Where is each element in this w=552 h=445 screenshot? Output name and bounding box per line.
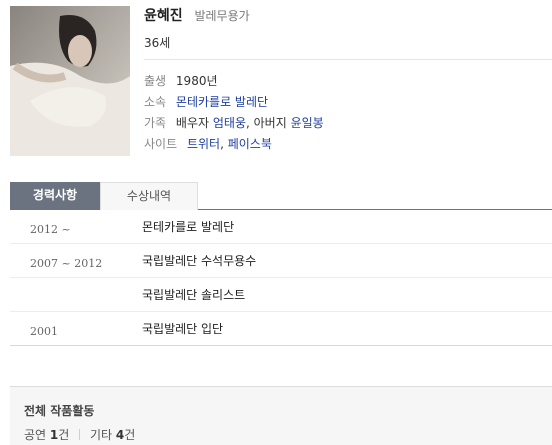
career-desc: 몬테카를로 발레단 — [142, 220, 235, 234]
list-item: 국립발레단 솔리스트 — [10, 278, 552, 312]
etc-unit: 건 — [124, 428, 136, 442]
profile-photo[interactable] — [10, 6, 130, 156]
works-stats: 공연 1건 기타 4건 — [24, 426, 135, 443]
career-desc: 국립발레단 솔리스트 — [142, 288, 246, 302]
father-link[interactable]: 윤일봉 — [291, 116, 324, 130]
etc-label: 기타 — [89, 428, 113, 442]
perf-label: 공연 — [24, 428, 47, 442]
info-row-agency: 소속 몬테카를로 발레단 — [144, 93, 324, 114]
tab-bar: 경력사항 수상내역 — [10, 182, 552, 210]
twitter-link[interactable]: 트위터 — [187, 137, 220, 151]
career-desc: 국립발레단 수석무용수 — [142, 254, 257, 268]
list-item: 2012 ~ 몬테카를로 발레단 — [10, 210, 552, 244]
works-title: 전체 작품활동 — [24, 404, 95, 418]
career-year: 2007 ~ 2012 — [30, 257, 103, 270]
tab-awards[interactable]: 수상내역 — [100, 182, 198, 210]
agency-link[interactable]: 몬테카를로 발레단 — [176, 95, 268, 109]
facebook-link[interactable]: 페이스북 — [228, 137, 272, 151]
info-row-site: 사이트 트위터, 페이스북 — [144, 135, 324, 156]
info-value: 1980년 — [175, 74, 218, 88]
info-row-birth: 출생 1980년 — [144, 72, 324, 93]
name-row: 윤혜진 발레무용가 — [144, 5, 250, 25]
career-desc: 국립발레단 입단 — [142, 322, 224, 336]
works-summary: 전체 작품활동 공연 1건 기타 4건 — [10, 386, 552, 445]
etc-count[interactable]: 4 — [116, 428, 124, 442]
tab-career[interactable]: 경력사항 — [10, 182, 100, 210]
list-item: 2001 국립발레단 입단 — [10, 312, 552, 346]
info-text: 배우자 — [175, 116, 213, 130]
info-text: , 아버지 — [245, 116, 291, 130]
info-label: 가족 — [144, 116, 167, 130]
spouse-link[interactable]: 엄태웅 — [213, 116, 246, 130]
info-text: , — [220, 137, 228, 151]
separator — [79, 429, 81, 440]
info-list: 출생 1980년 소속 몬테카를로 발레단 가족 배우자 엄태웅, 아버지 윤일… — [144, 72, 324, 156]
career-year: 2001 — [30, 325, 58, 338]
person-age: 36세 — [144, 36, 171, 50]
info-label: 출생 — [144, 74, 167, 88]
perf-unit: 건 — [58, 428, 70, 442]
person-name: 윤혜진 — [144, 8, 183, 24]
info-label: 사이트 — [144, 137, 178, 151]
divider — [144, 59, 552, 60]
person-job: 발레무용가 — [194, 9, 250, 23]
info-label: 소속 — [144, 95, 167, 109]
list-item: 2007 ~ 2012 국립발레단 수석무용수 — [10, 244, 552, 278]
career-list: 2012 ~ 몬테카를로 발레단 2007 ~ 2012 국립발레단 수석무용수… — [10, 210, 552, 346]
info-row-family: 가족 배우자 엄태웅, 아버지 윤일봉 — [144, 114, 324, 135]
career-year: 2012 ~ — [30, 223, 71, 236]
